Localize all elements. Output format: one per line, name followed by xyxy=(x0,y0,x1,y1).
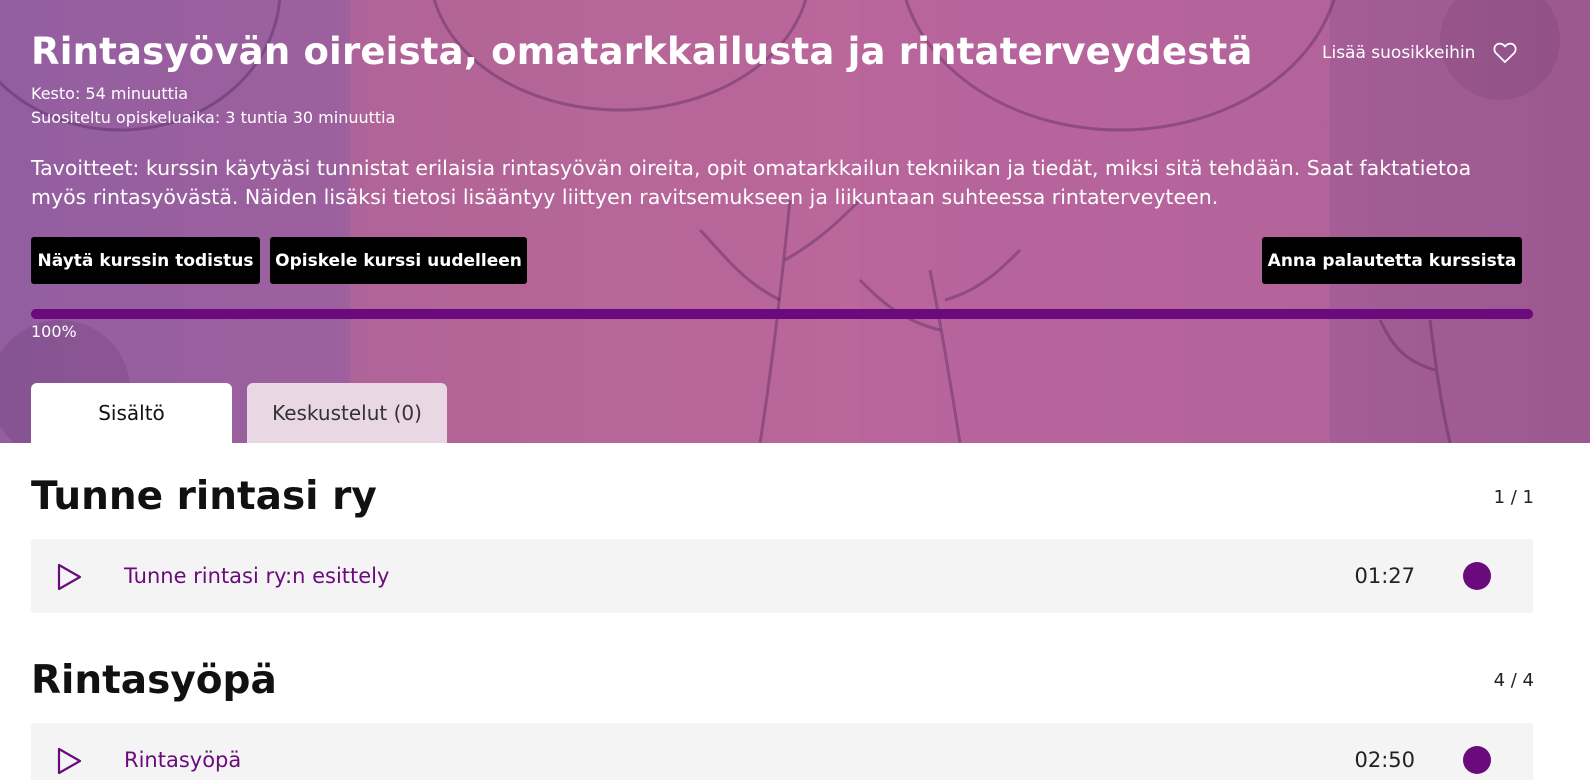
add-to-favorites[interactable]: Lisää suosikkeihin xyxy=(1322,42,1517,64)
section-title: Rintasyöpä xyxy=(31,658,277,703)
lesson-row[interactable]: Rintasyöpä 02:50 xyxy=(31,723,1533,780)
favorite-label: Lisää suosikkeihin xyxy=(1322,43,1476,63)
progress-label: 100% xyxy=(31,322,77,341)
give-feedback-button[interactable]: Anna palautetta kurssista xyxy=(1262,237,1522,284)
tab-content[interactable]: Sisältö xyxy=(31,383,232,443)
completed-indicator xyxy=(1463,562,1491,590)
course-goals: Tavoitteet: kurssin käytyäsi tunnistat e… xyxy=(31,156,1472,209)
lesson-row[interactable]: Tunne rintasi ry:n esittely 01:27 xyxy=(31,539,1533,613)
lesson-title[interactable]: Tunne rintasi ry:n esittely xyxy=(124,564,389,588)
tab-discussions[interactable]: Keskustelut (0) xyxy=(247,383,447,443)
lesson-duration: 01:27 xyxy=(1354,564,1415,588)
course-recommended-time: Suositeltu opiskeluaika: 3 tuntia 30 min… xyxy=(31,108,396,127)
restudy-course-button[interactable]: Opiskele kurssi uudelleen xyxy=(270,237,527,284)
course-hero: Rintasyövän oireista, omatarkkailusta ja… xyxy=(0,0,1590,443)
section-progress-count: 4 / 4 xyxy=(1493,670,1534,691)
play-icon[interactable] xyxy=(55,747,83,775)
progress-bar xyxy=(31,309,1533,319)
show-certificate-button[interactable]: Näytä kurssin todistus xyxy=(31,237,260,284)
lesson-duration: 02:50 xyxy=(1354,748,1415,772)
progress-fill xyxy=(31,309,1533,319)
completed-indicator xyxy=(1463,746,1491,774)
heart-icon[interactable] xyxy=(1493,42,1517,64)
section-title: Tunne rintasi ry xyxy=(31,474,377,519)
course-title: Rintasyövän oireista, omatarkkailusta ja… xyxy=(31,30,1253,73)
lesson-title[interactable]: Rintasyöpä xyxy=(124,748,241,772)
course-duration: Kesto: 54 minuuttia xyxy=(31,84,189,103)
play-icon[interactable] xyxy=(55,563,83,591)
section-progress-count: 1 / 1 xyxy=(1493,487,1534,508)
